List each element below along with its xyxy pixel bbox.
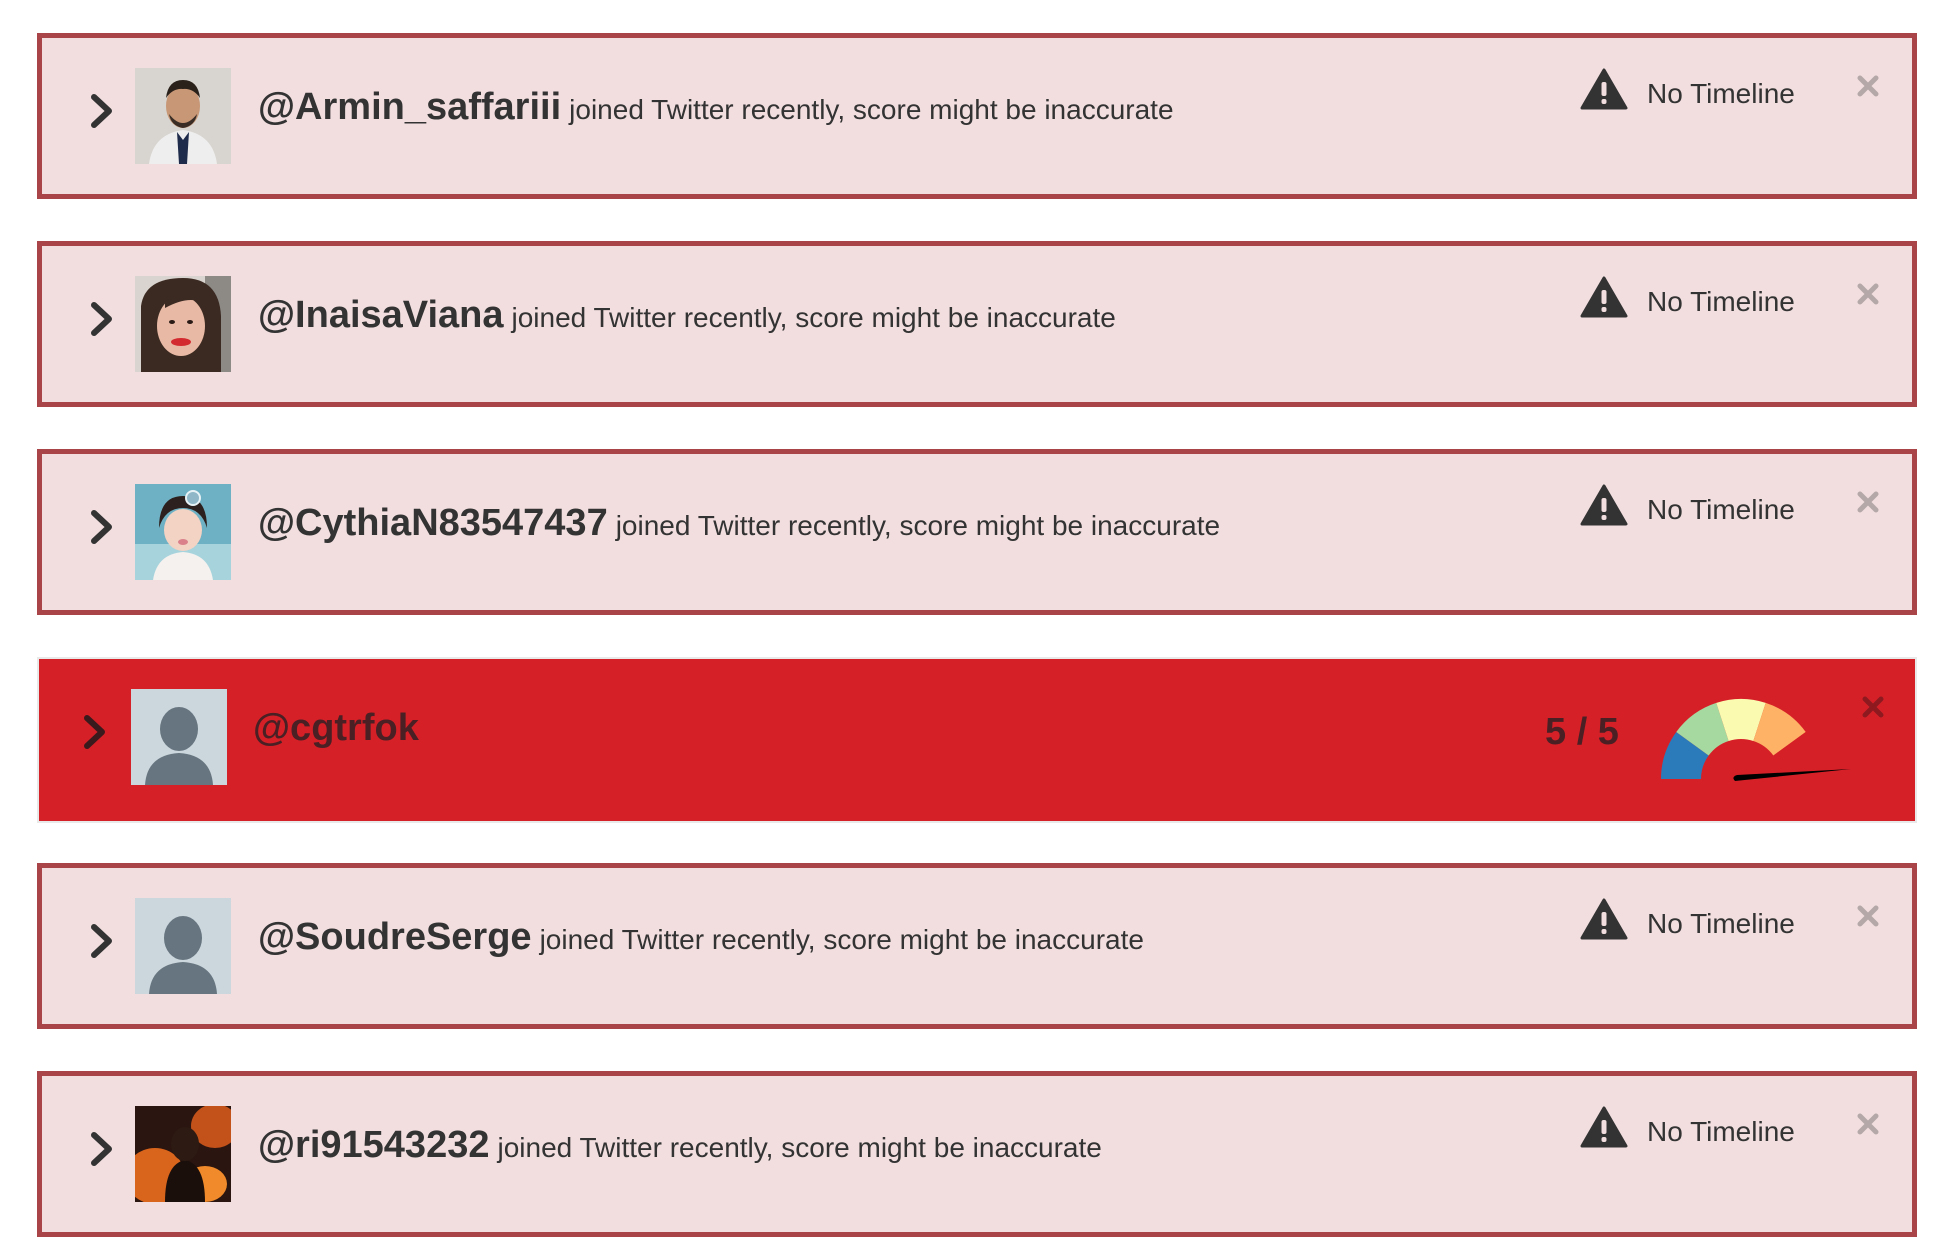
inaccuracy-note: joined Twitter recently, score might be …: [569, 94, 1174, 125]
default-avatar-icon[interactable]: [131, 689, 227, 785]
row-text: @SoudreSerge joined Twitter recently, sco…: [258, 916, 1144, 959]
account-handle[interactable]: @SoudreSerge: [258, 916, 532, 958]
inaccuracy-note: joined Twitter recently, score might be …: [497, 1132, 1102, 1163]
account-handle[interactable]: @Armin_saffariii: [258, 86, 561, 128]
warning-triangle-icon: [1580, 68, 1628, 110]
close-x-icon[interactable]: [1854, 280, 1882, 308]
close-x-icon[interactable]: [1854, 72, 1882, 100]
account-row: @ri91543232 joined Twitter recently, scor…: [37, 1071, 1917, 1237]
no-timeline-label: No Timeline: [1647, 78, 1795, 109]
avatar[interactable]: [135, 484, 231, 580]
account-handle[interactable]: @cgtrfok: [253, 707, 419, 749]
chevron-right-icon[interactable]: [82, 508, 120, 546]
avatar[interactable]: [135, 1106, 231, 1202]
no-timeline-label: No Timeline: [1647, 908, 1795, 939]
row-text: @ri91543232 joined Twitter recently, scor…: [258, 1124, 1102, 1167]
close-x-icon[interactable]: [1854, 1110, 1882, 1138]
default-avatar-icon[interactable]: [135, 898, 231, 994]
account-row: @InaisaViana joined Twitter recently, sco…: [37, 241, 1917, 407]
account-row: @Armin_saffariii joined Twitter recently,…: [37, 33, 1917, 199]
no-timeline-label: No Timeline: [1647, 1116, 1795, 1147]
chevron-right-icon[interactable]: [82, 922, 120, 960]
warning-triangle-icon: [1580, 484, 1628, 526]
chevron-right-icon[interactable]: [82, 1130, 120, 1168]
chevron-right-icon[interactable]: [82, 300, 120, 338]
account-row: @SoudreSerge joined Twitter recently, sco…: [37, 863, 1917, 1029]
warning-triangle-icon: [1580, 276, 1628, 318]
row-text: @InaisaViana joined Twitter recently, sco…: [258, 294, 1116, 337]
inaccuracy-note: joined Twitter recently, score might be …: [539, 924, 1144, 955]
account-handle[interactable]: @CythiaN83547437: [258, 502, 608, 544]
account-row-bot-score: @cgtrfok 5 / 5: [37, 657, 1917, 823]
row-text: @cgtrfok: [253, 707, 419, 750]
account-row: @CythiaN83547437 joined Twitter recently,…: [37, 449, 1917, 615]
row-text: @Armin_saffariii joined Twitter recently,…: [258, 86, 1174, 129]
chevron-right-icon[interactable]: [82, 92, 120, 130]
inaccuracy-note: joined Twitter recently, score might be …: [615, 510, 1221, 541]
inaccuracy-note: joined Twitter recently, score might be …: [511, 302, 1116, 333]
warning-triangle-icon: [1580, 898, 1628, 940]
warning-triangle-icon: [1580, 1106, 1628, 1148]
close-x-icon[interactable]: [1854, 902, 1882, 930]
account-handle[interactable]: @ri91543232: [258, 1124, 489, 1166]
bot-score: 5 / 5: [1545, 711, 1619, 753]
close-x-icon[interactable]: [1854, 488, 1882, 516]
row-text: @CythiaN83547437 joined Twitter recently,…: [258, 502, 1220, 545]
bot-score-gauge: [1661, 699, 1851, 781]
no-timeline-label: No Timeline: [1647, 494, 1795, 525]
close-x-icon[interactable]: [1859, 693, 1887, 721]
no-timeline-label: No Timeline: [1647, 286, 1795, 317]
account-handle[interactable]: @InaisaViana: [258, 294, 503, 336]
avatar[interactable]: [135, 68, 231, 164]
avatar[interactable]: [135, 276, 231, 372]
chevron-right-icon[interactable]: [75, 713, 113, 751]
